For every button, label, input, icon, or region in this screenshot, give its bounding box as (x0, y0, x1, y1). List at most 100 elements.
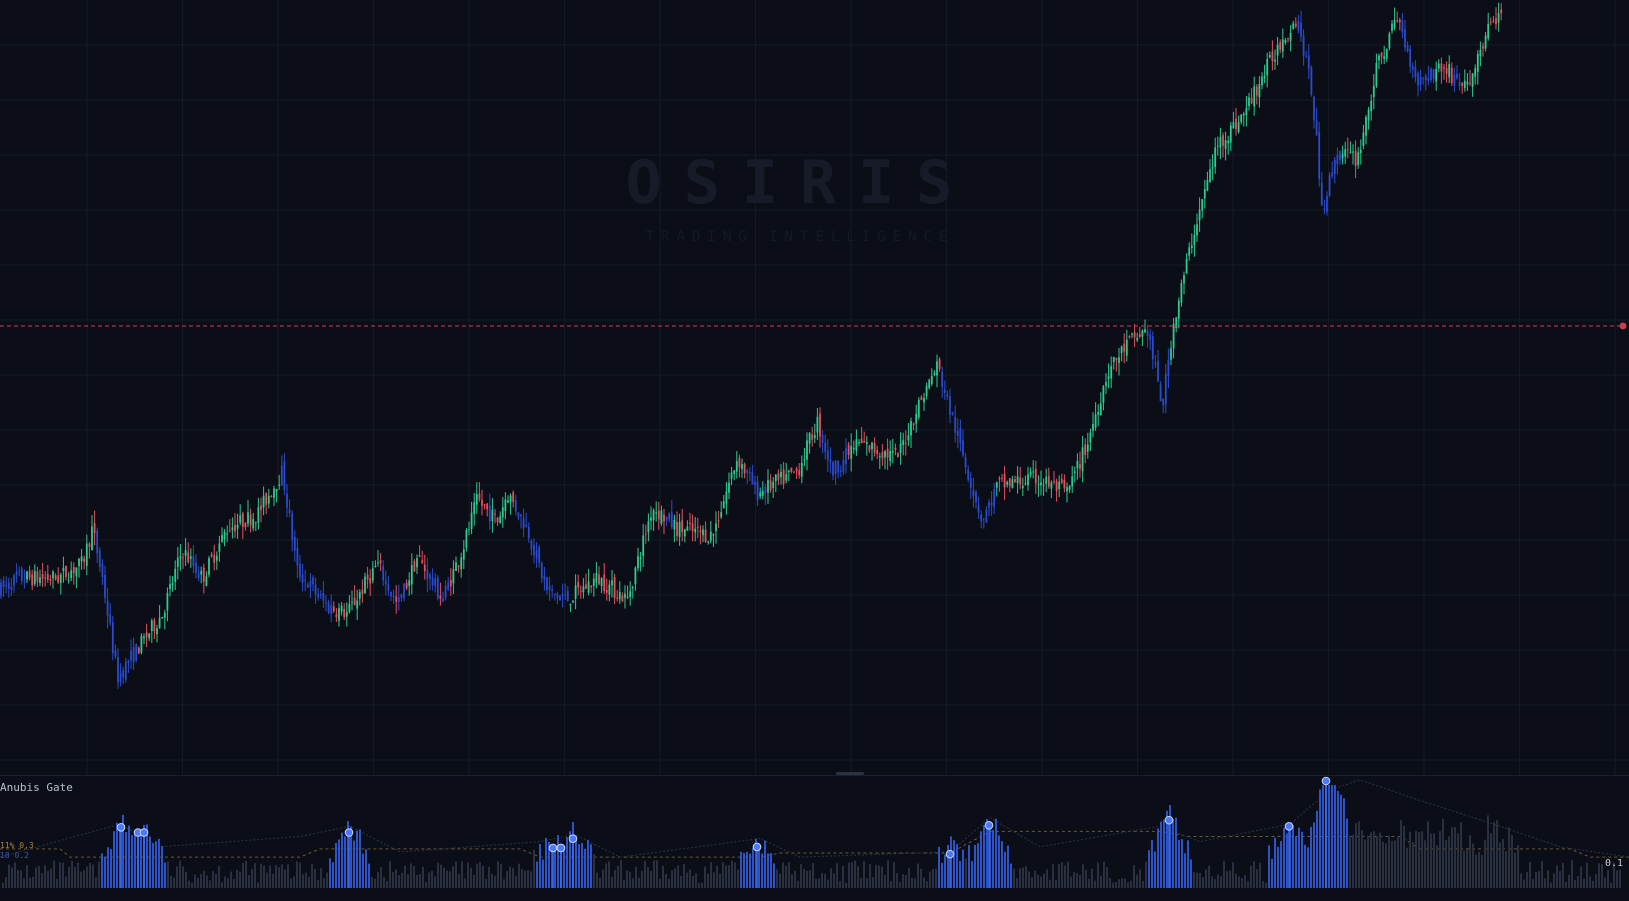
candle (400, 593, 403, 602)
histogram-bar (884, 874, 886, 888)
candle (787, 469, 790, 482)
candle (1224, 131, 1227, 161)
signal-dot[interactable] (344, 828, 354, 837)
histogram-bar (1226, 871, 1228, 888)
histogram-bar (701, 882, 703, 888)
candle (1006, 480, 1009, 488)
signal-dot[interactable] (568, 834, 578, 843)
histogram-bar (1559, 870, 1561, 888)
candle (717, 511, 720, 528)
histogram-bar (1274, 837, 1276, 888)
candle (1227, 135, 1230, 155)
candle (634, 566, 637, 591)
histogram-bar (59, 862, 61, 888)
candle (1437, 59, 1440, 73)
candle (132, 637, 135, 671)
anubis-gate-pane[interactable] (0, 775, 1629, 901)
candle (1458, 73, 1461, 91)
histogram-bar (1358, 821, 1360, 888)
candle (855, 429, 858, 456)
candle (455, 556, 457, 572)
histogram-bar (20, 870, 22, 888)
candle (1404, 20, 1406, 52)
histogram-bar (1535, 872, 1537, 888)
candle (1146, 324, 1149, 348)
histogram-bar (1514, 852, 1516, 888)
histogram-bar (290, 878, 292, 888)
histogram-bar (1130, 880, 1132, 888)
candle (748, 467, 751, 481)
candle (598, 566, 600, 586)
candle (1081, 435, 1084, 483)
histogram-bar (818, 878, 820, 888)
signal-dot[interactable] (1321, 776, 1331, 786)
price-level-handle[interactable] (1619, 322, 1627, 330)
candle (769, 474, 772, 493)
candle (210, 552, 213, 558)
signal-dot[interactable] (984, 820, 994, 830)
histogram-bar (452, 866, 454, 888)
candle (158, 605, 161, 629)
candle (2, 576, 5, 597)
candle (1463, 69, 1466, 92)
histogram-bar (878, 865, 880, 888)
histogram-bar (53, 860, 55, 888)
candle (52, 570, 54, 589)
histogram-bar (77, 862, 79, 888)
candle (548, 576, 551, 601)
candle (889, 440, 892, 467)
histogram-bar (1094, 880, 1096, 888)
histogram-bar (1487, 815, 1489, 888)
candle (46, 564, 49, 583)
histogram-bar (968, 845, 970, 888)
candle (962, 429, 964, 458)
histogram-bar (1511, 835, 1513, 888)
histogram-bar (770, 853, 772, 888)
histogram-bar (1211, 876, 1213, 888)
signal-dot[interactable] (116, 823, 126, 832)
candle (972, 478, 975, 508)
signal-dot[interactable] (139, 828, 149, 837)
candle (418, 545, 421, 558)
signal-dot[interactable] (752, 842, 762, 852)
signal-dot[interactable] (1284, 822, 1294, 831)
histogram-bar (1307, 847, 1309, 888)
histogram-bar (767, 853, 769, 888)
histogram-bar (500, 863, 502, 888)
signal-dot[interactable] (1164, 815, 1174, 825)
histogram-bar (332, 862, 334, 888)
candle (798, 463, 801, 479)
candle (348, 595, 351, 614)
histogram-bar (530, 871, 532, 888)
candle (1149, 328, 1152, 350)
candle (1076, 453, 1079, 480)
candle (1320, 172, 1323, 207)
candle (31, 569, 34, 590)
candle (488, 493, 491, 530)
signal-dot[interactable] (945, 849, 955, 859)
histogram-bar (191, 882, 193, 888)
histogram-bar (752, 847, 754, 888)
candle (780, 464, 782, 485)
histogram-bar (1403, 826, 1405, 888)
histogram-bar (1190, 859, 1192, 888)
histogram-bar (668, 879, 670, 888)
signal-dot[interactable] (548, 843, 558, 853)
candle (124, 657, 127, 683)
candle (507, 495, 509, 504)
histogram-bar (386, 881, 388, 888)
candle (689, 512, 691, 531)
candle (1058, 475, 1061, 498)
histogram-bar (605, 863, 607, 888)
candle (1235, 107, 1237, 136)
histogram-bar (1232, 862, 1234, 888)
price-chart[interactable] (0, 0, 1629, 775)
candle (270, 495, 273, 498)
signal-dot[interactable] (556, 843, 566, 853)
candle (938, 357, 941, 372)
histogram-bar (980, 831, 982, 888)
histogram-bar (1067, 861, 1069, 888)
candle (1385, 48, 1388, 63)
candle (429, 572, 431, 590)
candle (1141, 329, 1144, 347)
